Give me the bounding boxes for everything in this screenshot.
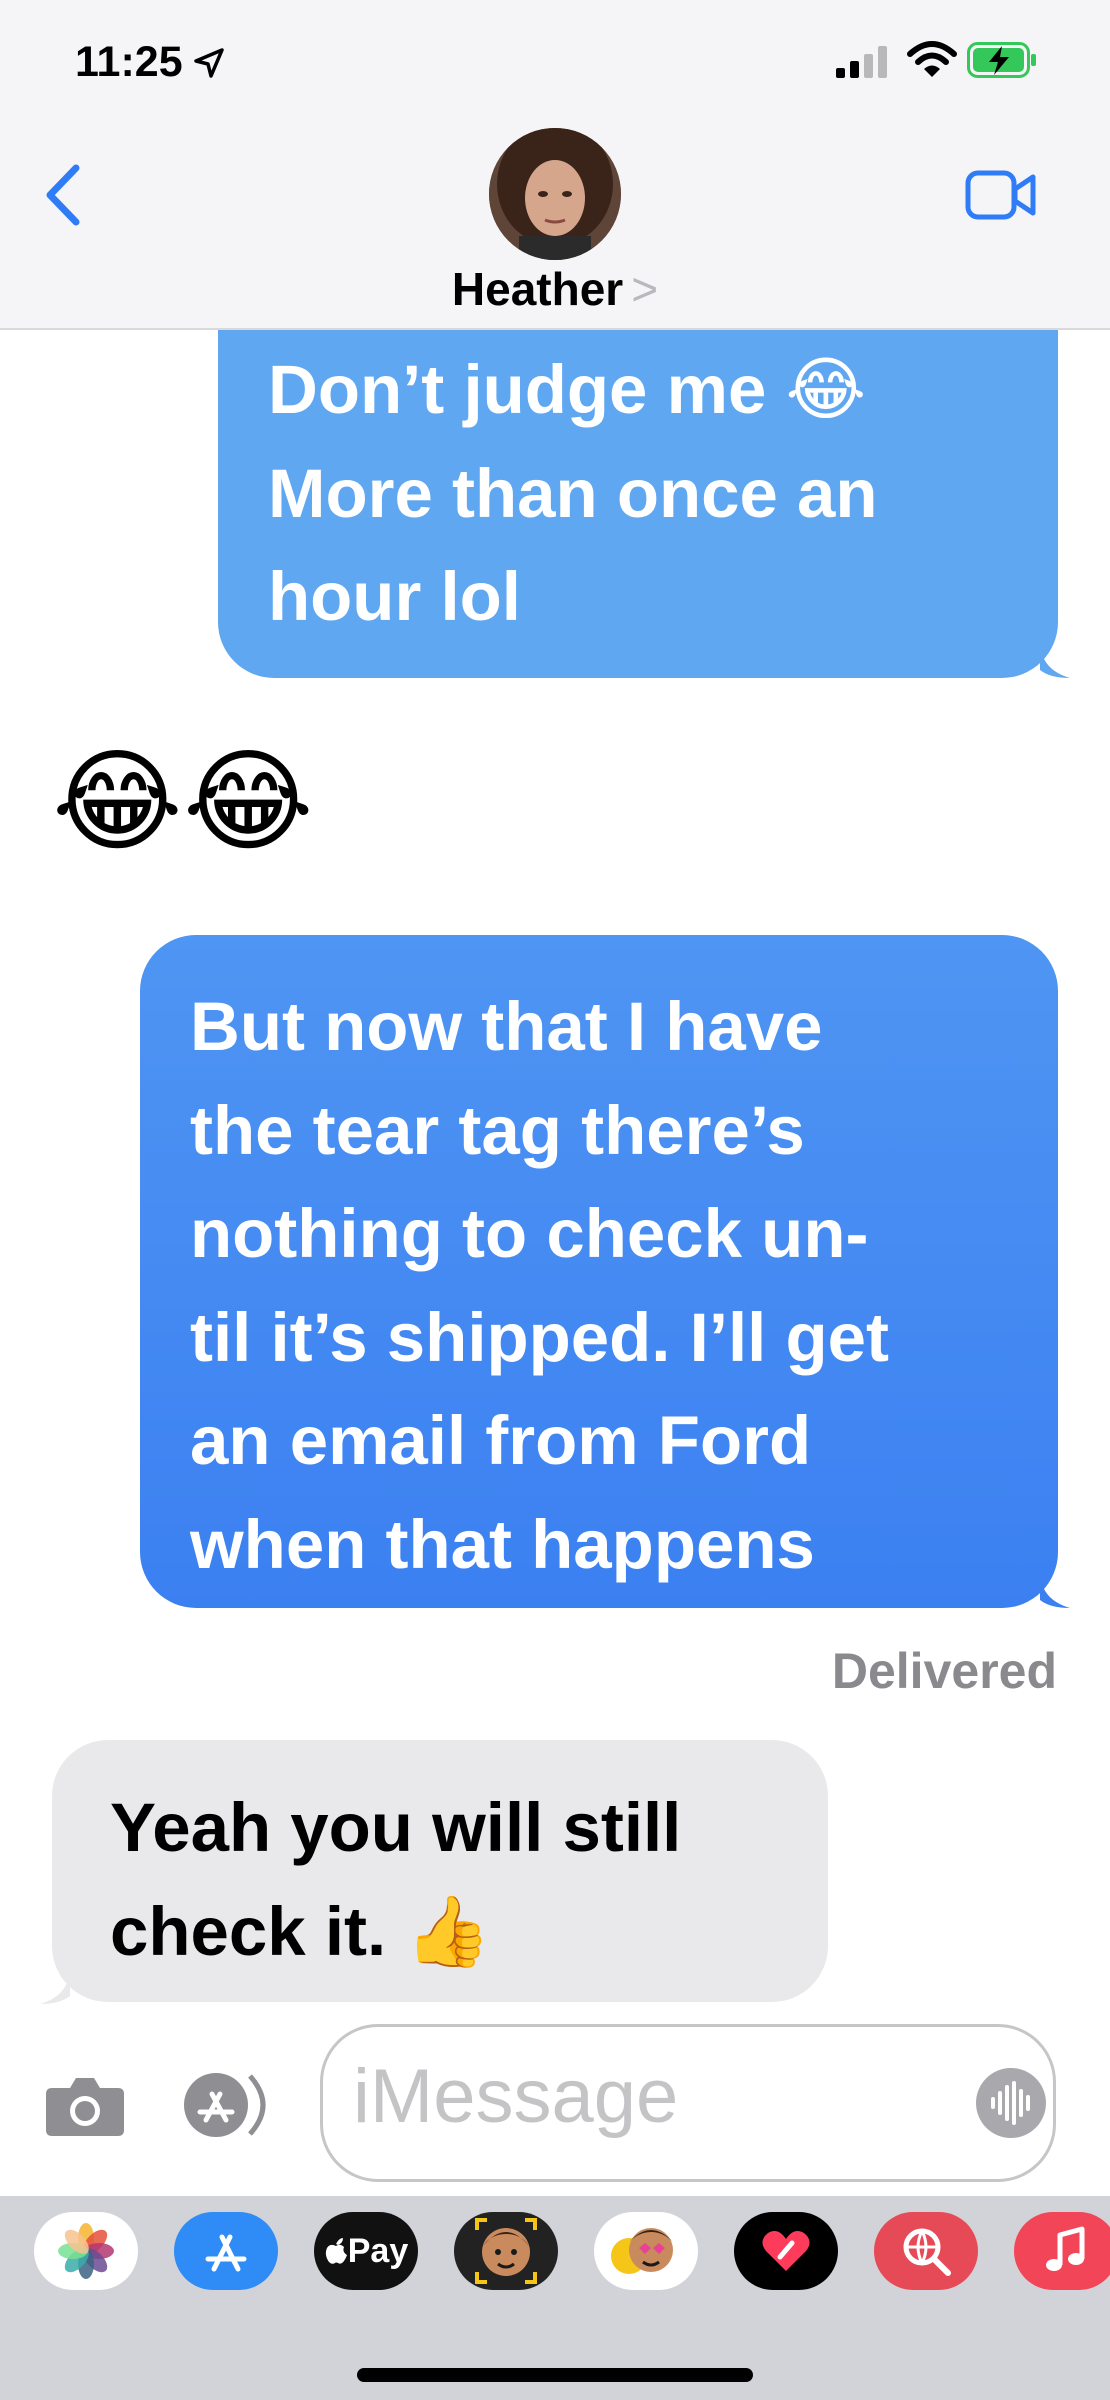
message-line: hour lol xyxy=(268,558,521,635)
waveform-glyph xyxy=(991,2081,1030,2125)
sent-message-bubble[interactable]: Don’t judge me 😂 More than once an hour … xyxy=(218,330,1058,678)
digital-touch-app-icon[interactable] xyxy=(734,2212,838,2290)
app-store-icon[interactable] xyxy=(180,2072,280,2138)
apple-pay-label: Pay xyxy=(347,2231,409,2270)
bubble-tail xyxy=(1040,1574,1070,1608)
received-message-bubble[interactable]: Yeah you will still check it. 👍 xyxy=(52,1740,828,2002)
memoji-face-icon xyxy=(475,2218,537,2284)
chevron-right-icon: > xyxy=(631,263,659,315)
memoji-app-icon[interactable] xyxy=(454,2212,558,2290)
photos-flower-icon xyxy=(58,2223,114,2279)
home-indicator[interactable] xyxy=(357,2368,753,2382)
message-line: But now that I have xyxy=(190,988,823,1065)
message-line: nothing to check un- xyxy=(190,1195,869,1272)
images-search-app-icon[interactable] xyxy=(874,2212,978,2290)
message-line: Yeah you will still xyxy=(110,1789,682,1866)
status-bar-time: 11:25 xyxy=(75,38,225,87)
video-call-icon[interactable] xyxy=(965,167,1037,223)
globe-search-icon xyxy=(903,2228,951,2276)
app-store-glyph xyxy=(205,2234,247,2272)
contact-avatar[interactable] xyxy=(489,128,621,260)
avatar-photo xyxy=(489,128,621,260)
back-chevron-icon[interactable] xyxy=(38,160,88,230)
message-line: when that happens xyxy=(190,1505,815,1583)
cellular-signal-icon xyxy=(836,46,887,78)
photos-app-icon[interactable] xyxy=(34,2212,138,2290)
delivered-status: Delivered xyxy=(831,1643,1057,1699)
memoji-stickers-glyph xyxy=(611,2228,673,2274)
emoji-message[interactable]: 😂😂 xyxy=(52,746,314,858)
battery-charging-icon xyxy=(967,42,1036,78)
message-line: an email from Ford xyxy=(190,1402,812,1479)
memoji-stickers-app-icon[interactable] xyxy=(594,2212,698,2290)
message-line: til it’s shipped. I’ll get xyxy=(190,1298,889,1376)
message-line: the tear tag there’s xyxy=(190,1091,805,1169)
message-line: More than once an xyxy=(268,454,878,532)
sent-message-bubble[interactable]: But now that I have the tear tag there’s… xyxy=(140,935,1058,1608)
heart-touch-icon xyxy=(762,2231,810,2271)
bubble-tail xyxy=(40,1970,70,2004)
location-arrow-icon xyxy=(193,47,224,78)
imessage-input[interactable]: iMessage xyxy=(320,2024,1056,2182)
message-line: check it. 👍 xyxy=(110,1892,492,1970)
bubble-tail xyxy=(1040,644,1070,678)
apple-logo-icon xyxy=(325,2238,347,2264)
music-app-icon[interactable] xyxy=(1014,2212,1110,2290)
time-label: 11:25 xyxy=(75,38,183,86)
input-placeholder: iMessage xyxy=(353,2054,679,2139)
camera-icon[interactable] xyxy=(44,2072,126,2138)
apple-pay-app-icon[interactable]: Pay xyxy=(314,2212,418,2290)
message-line: Don’t judge me 😂 xyxy=(268,351,867,428)
contact-name-label: Heather xyxy=(451,263,624,315)
wifi-icon xyxy=(907,41,957,77)
music-note-icon xyxy=(1046,2226,1085,2271)
audio-waveform-icon[interactable] xyxy=(976,2068,1046,2138)
contact-name[interactable]: Heather > xyxy=(0,262,1110,316)
app-store-app-icon[interactable] xyxy=(174,2212,278,2290)
